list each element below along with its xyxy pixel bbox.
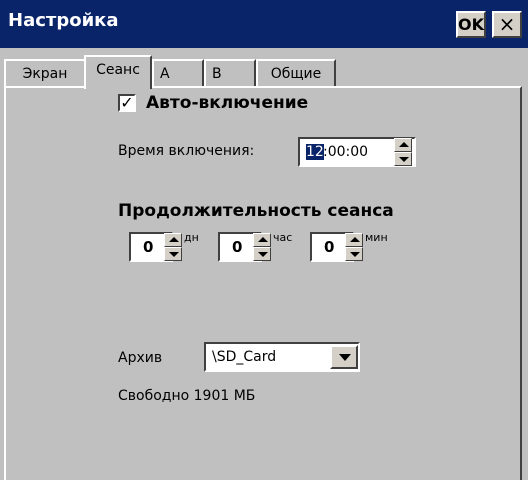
days-down-button[interactable] — [164, 247, 182, 261]
settings-window: Настройка OK × Экран Сеанс A B Общие ✓ А… — [0, 0, 528, 480]
start-time-rest[interactable]: :00:00 — [323, 144, 368, 160]
hours-value[interactable]: 0 — [232, 238, 242, 256]
tab-a[interactable]: A — [152, 59, 204, 87]
archive-dropdown-button[interactable] — [330, 345, 358, 369]
start-time-spinner — [394, 138, 412, 166]
days-value[interactable]: 0 — [143, 238, 153, 256]
chevron-down-icon — [339, 354, 351, 361]
start-time-down-button[interactable] — [394, 152, 412, 166]
minutes-up-button[interactable] — [345, 233, 363, 247]
hours-up-button[interactable] — [253, 233, 271, 247]
minutes-value[interactable]: 0 — [324, 238, 334, 256]
hours-unit: час — [273, 231, 293, 244]
days-spinner — [164, 233, 182, 261]
archive-value: \SD_Card — [212, 349, 277, 365]
arrow-up-icon — [350, 237, 360, 242]
start-time-up-button[interactable] — [394, 138, 412, 152]
tab-general[interactable]: Общие — [256, 59, 336, 87]
arrow-up-icon — [169, 237, 179, 242]
auto-on-label: Авто-включение — [146, 93, 309, 113]
arrow-down-icon — [399, 157, 409, 162]
ok-button[interactable]: OK — [456, 11, 486, 38]
duration-title: Продолжительность сеанса — [118, 201, 394, 221]
arrow-up-icon — [258, 237, 268, 242]
minutes-unit: мин — [365, 231, 388, 244]
window-title: Настройка — [8, 10, 119, 31]
session-panel — [4, 86, 522, 480]
free-space-label: Свободно 1901 МБ — [118, 388, 256, 404]
tab-screen[interactable]: Экран — [4, 59, 86, 87]
title-bar: Настройка OK × — [0, 0, 528, 48]
tab-b[interactable]: B — [204, 59, 256, 87]
tab-session[interactable]: Сеанс — [84, 55, 152, 89]
days-up-button[interactable] — [164, 233, 182, 247]
archive-label: Архив — [118, 350, 163, 366]
start-time-hours[interactable]: 12 — [306, 144, 324, 160]
close-button[interactable]: × — [492, 11, 522, 38]
arrow-down-icon — [169, 252, 179, 257]
minutes-spinner — [345, 233, 363, 261]
arrow-down-icon — [258, 252, 268, 257]
days-unit: дн — [184, 231, 199, 244]
hours-down-button[interactable] — [253, 247, 271, 261]
auto-on-checkbox[interactable]: ✓ — [118, 94, 136, 112]
minutes-down-button[interactable] — [345, 247, 363, 261]
start-time-label: Время включения: — [118, 143, 255, 159]
hours-spinner — [253, 233, 271, 261]
arrow-up-icon — [399, 142, 409, 147]
arrow-down-icon — [350, 252, 360, 257]
